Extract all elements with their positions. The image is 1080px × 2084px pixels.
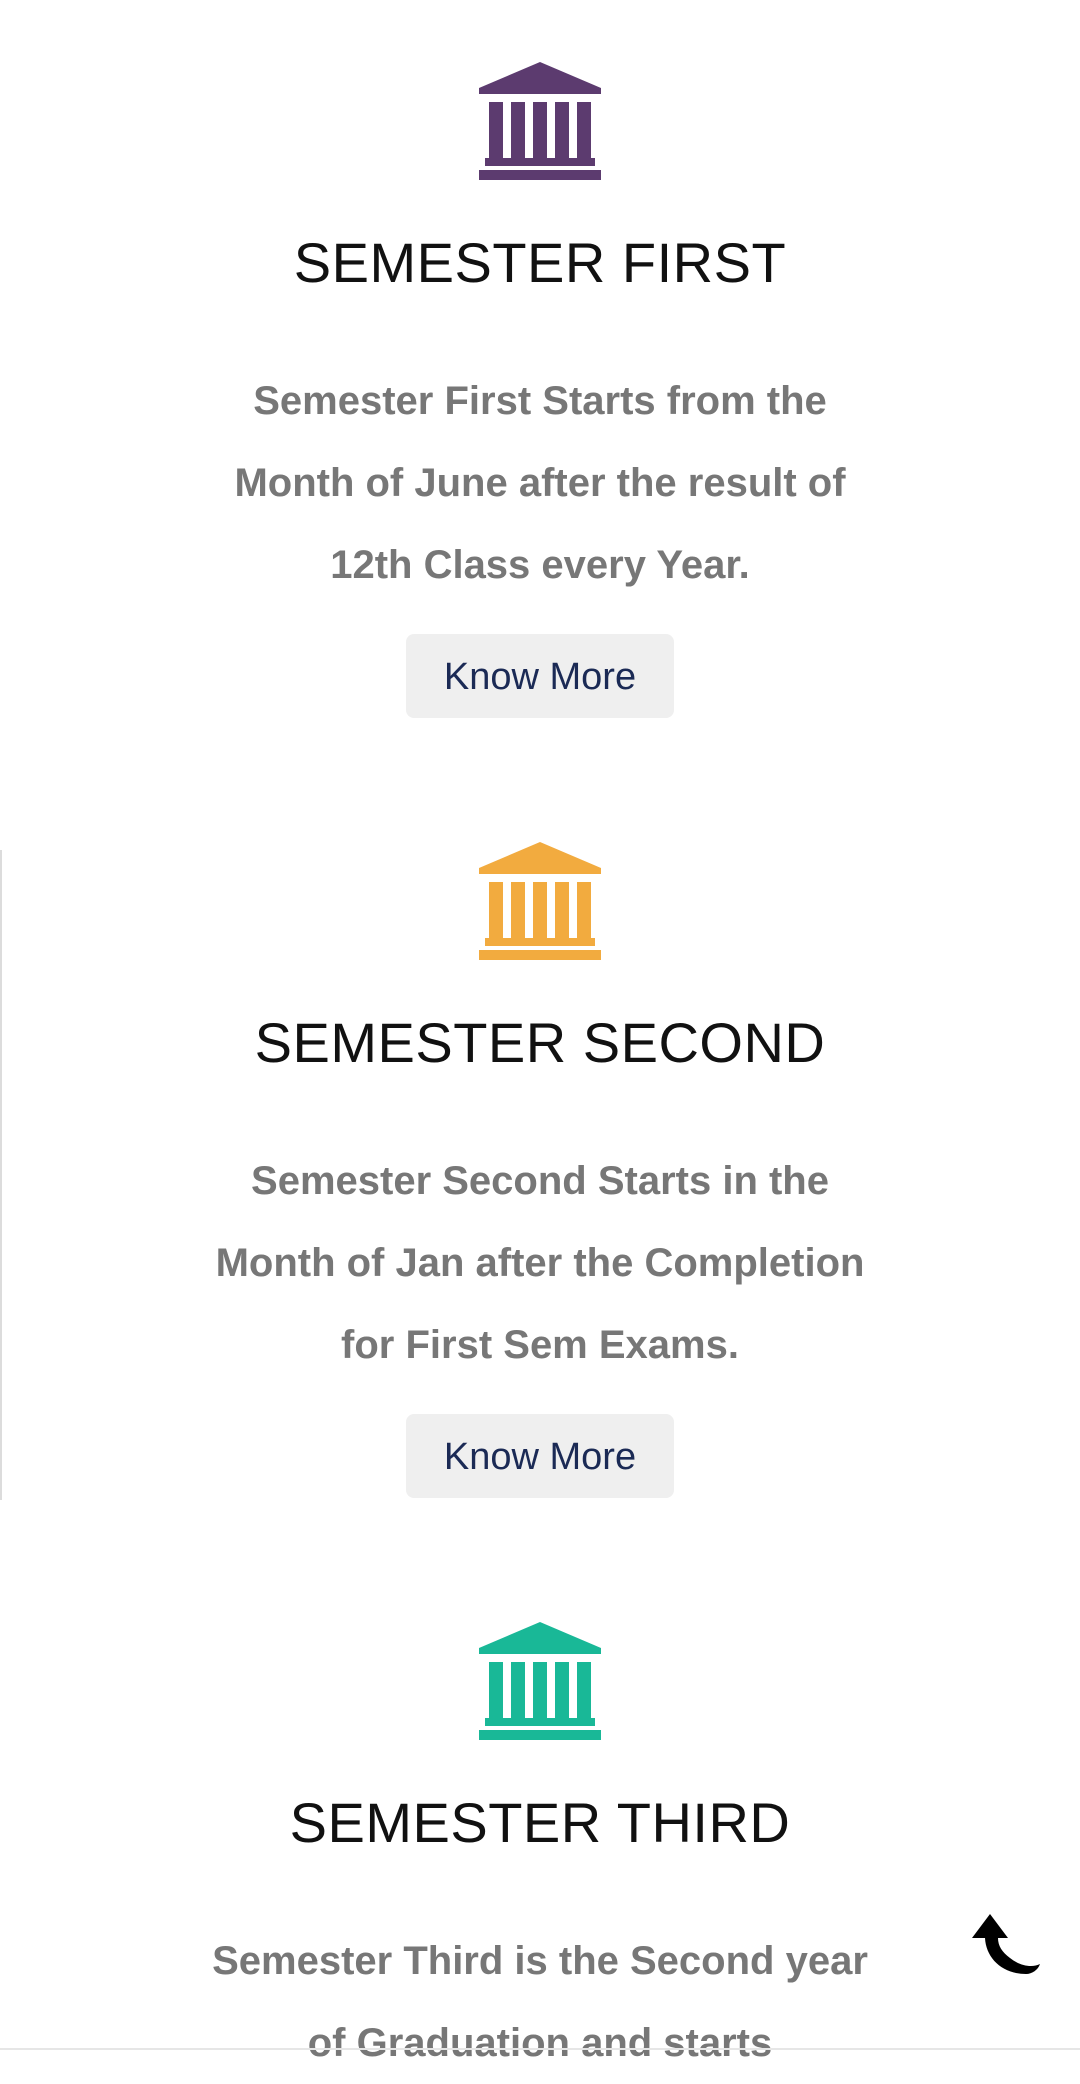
divider (0, 850, 2, 1500)
card-title: SEMESTER FIRST (293, 231, 787, 294)
card-title: SEMESTER THIRD (289, 1791, 791, 1854)
building-columns-icon (479, 842, 601, 960)
semester-card-third: SEMESTER THIRD Semester Third is the Sec… (0, 1620, 1080, 2065)
scroll-to-top-button[interactable] (968, 1908, 1042, 1982)
curved-up-arrow-icon (972, 1914, 1040, 1974)
semester-card-second: SEMESTER SECOND Semester Second Starts i… (0, 840, 1080, 1500)
semester-card-first: SEMESTER FIRST Semester First Starts fro… (0, 60, 1080, 718)
card-title: SEMESTER SECOND (254, 1011, 826, 1074)
know-more-button[interactable]: Know More (406, 1414, 674, 1498)
know-more-button[interactable]: Know More (406, 634, 674, 718)
card-description: Semester Third is the Second year of Gra… (212, 1939, 868, 2065)
building-columns-icon (479, 1622, 601, 1740)
divider (0, 2048, 1080, 2050)
card-description: Semester Second Starts in the Month of J… (215, 1159, 865, 1367)
card-description: Semester First Starts from the Month of … (234, 379, 846, 587)
building-columns-icon (479, 62, 601, 180)
